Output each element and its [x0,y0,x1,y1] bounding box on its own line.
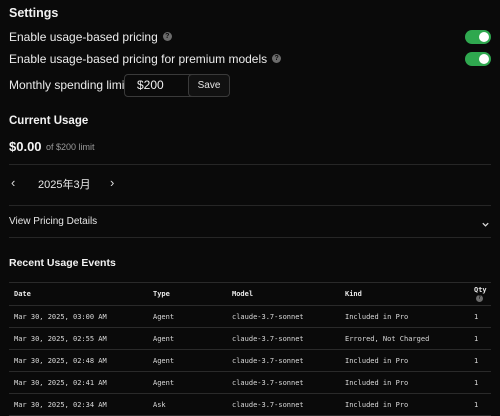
help-icon[interactable]: ? [162,32,172,41]
table-row: Mar 30, 2025, 02:48 AM Agent claude-3.7-… [9,349,491,372]
cell-model: claude-3.7-sonnet [227,393,340,416]
cell-kind: Included in Pro [340,305,469,328]
cell-date: Mar 30, 2025, 03:00 AM [9,305,148,328]
table-row: Mar 30, 2025, 02:41 AM Agent claude-3.7-… [9,371,491,394]
cell-type: Agent [148,371,227,394]
prev-month-icon[interactable]: ‹ [11,175,15,190]
usage-events-table: Date Type Model Kind Qty? Mar 30, 2025, … [9,282,491,416]
cell-model: claude-3.7-sonnet [227,371,340,394]
cell-type: Agent [148,327,227,350]
cell-qty: 1 [469,371,491,394]
cell-type: Agent [148,305,227,328]
column-header-type: Type [148,282,227,306]
cell-qty: 1 [469,327,491,350]
cell-qty: 1 [469,349,491,372]
save-button[interactable]: Save [188,74,230,97]
divider [9,205,491,206]
usage-pricing-row: Enable usage-based pricing? [9,30,172,44]
cell-type: Agent [148,349,227,372]
settings-heading: Settings [9,6,59,20]
cell-model: claude-3.7-sonnet [227,349,340,372]
recent-events-heading: Recent Usage Events [9,257,116,269]
cell-date: Mar 30, 2025, 02:55 AM [9,327,148,350]
divider [9,164,491,165]
toggle-knob [479,32,489,42]
premium-pricing-toggle[interactable] [465,52,491,66]
cell-qty: 1 [469,305,491,328]
cell-kind: Errored, Not Charged [340,327,469,350]
chevron-down-icon[interactable] [481,216,490,234]
premium-pricing-label: Enable usage-based pricing for premium m… [9,52,268,66]
divider [9,237,491,238]
column-header-kind: Kind [340,282,469,306]
spending-limit-input[interactable]: $200 [124,74,196,97]
cell-model: claude-3.7-sonnet [227,327,340,350]
cell-model: claude-3.7-sonnet [227,305,340,328]
cell-type: Ask [148,393,227,416]
cell-date: Mar 30, 2025, 02:41 AM [9,371,148,394]
premium-pricing-row: Enable usage-based pricing for premium m… [9,52,282,66]
cell-date: Mar 30, 2025, 02:48 AM [9,349,148,372]
view-pricing-details[interactable]: View Pricing Details [9,216,97,227]
cell-qty: 1 [469,393,491,416]
cell-kind: Included in Pro [340,393,469,416]
month-label: 2025年3月 [38,179,91,191]
table-row: Mar 30, 2025, 03:00 AM Agent claude-3.7-… [9,305,491,328]
usage-pricing-toggle[interactable] [465,30,491,44]
usage-limit-note: of $200 limit [46,142,95,152]
column-header-qty: Qty? [469,282,491,306]
column-header-date: Date [9,282,148,306]
table-row: Mar 30, 2025, 02:55 AM Agent claude-3.7-… [9,327,491,350]
column-header-qty-label: Qty [474,286,487,294]
help-icon[interactable]: ? [476,295,483,302]
spending-limit-label: Monthly spending limit: [9,78,132,92]
column-header-model: Model [227,282,340,306]
current-usage-heading: Current Usage [9,115,89,127]
table-row: Mar 30, 2025, 02:34 AM Ask claude-3.7-so… [9,393,491,416]
cell-kind: Included in Pro [340,349,469,372]
table-header-row: Date Type Model Kind Qty? [9,282,491,306]
usage-amount: $0.00 [9,139,42,154]
toggle-knob [479,54,489,64]
cell-kind: Included in Pro [340,371,469,394]
help-icon[interactable]: ? [272,54,282,63]
usage-pricing-label: Enable usage-based pricing [9,30,158,44]
cell-date: Mar 30, 2025, 02:34 AM [9,393,148,416]
next-month-icon[interactable]: › [110,175,114,190]
